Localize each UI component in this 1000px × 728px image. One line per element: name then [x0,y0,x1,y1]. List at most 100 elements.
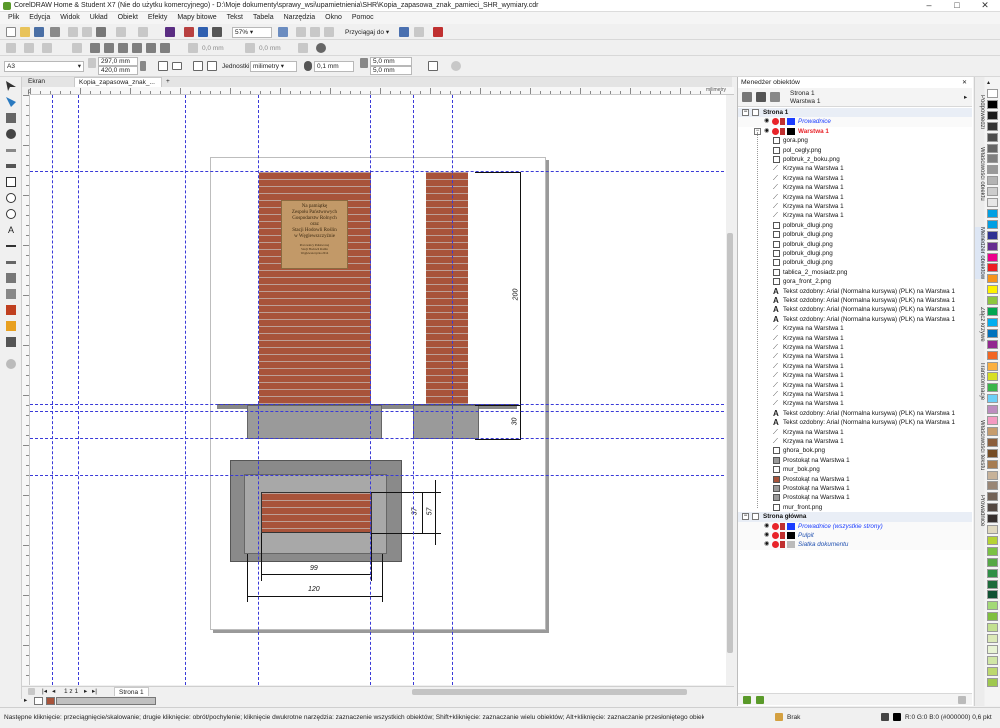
guideline-horizontal[interactable] [30,171,734,172]
color-swatch[interactable] [987,89,998,98]
menu-widok[interactable]: Widok [55,12,84,21]
units-select[interactable]: milimetry ▾ [250,61,297,72]
layer-color-swatch[interactable] [787,127,795,135]
duplicate-y-input[interactable]: 5,0 mm [370,66,412,75]
pick-tool-icon[interactable] [6,81,16,91]
color-swatch[interactable] [987,110,998,120]
drop-shadow-icon[interactable] [6,273,16,283]
tree-object-item[interactable]: gora.png [738,136,972,145]
print-toggle-icon[interactable] [772,127,779,135]
tree-object-item[interactable]: polbruk_dlugi.png [738,249,972,258]
print-toggle-icon[interactable] [772,541,779,549]
edit-across-layers-icon[interactable] [756,92,766,102]
color-swatch[interactable] [987,317,998,327]
color-swatch[interactable] [987,557,998,567]
minimize-button[interactable]: – [915,0,943,11]
zoom-level-select[interactable]: 57% ▾ [232,27,272,38]
layer-color-swatch[interactable] [787,522,795,530]
tree-object-item[interactable]: ⟋ Krzywa na Warstwa 1 [738,174,972,183]
ungroup-icon[interactable] [90,43,100,53]
guideline-horizontal[interactable] [30,411,734,412]
palette-scroll-up-icon[interactable]: ▴ [987,79,990,86]
tree-object-item[interactable]: ⟋ Krzywa na Warstwa 1 [738,381,972,390]
weld-icon[interactable] [132,43,142,53]
brick-color-swatch[interactable] [46,697,55,705]
paste-icon[interactable] [96,27,106,37]
tree-object-item[interactable]: A Tekst ozdobny: Arial (Normalna kursywa)… [738,305,972,314]
publish-pdf-icon[interactable] [212,27,222,37]
menu-plik[interactable]: Plik [0,12,24,21]
eye-icon[interactable]: ◉ [764,532,771,539]
guideline-horizontal[interactable] [30,475,734,476]
color-swatch[interactable] [987,198,998,207]
eye-icon[interactable]: ◉ [764,118,771,125]
group-icon[interactable] [72,43,82,53]
tree-master-item[interactable]: ◉ Prowadnice (wszystkie strony) [738,521,972,531]
color-swatch[interactable] [987,459,998,469]
print-toggle-icon[interactable] [772,118,779,126]
menu-okno[interactable]: Okno [320,12,347,21]
treat-as-filled-icon[interactable] [428,61,438,71]
tree-object-item[interactable]: A Tekst ozdobny: Arial (Normalna kursywa)… [738,409,972,418]
redo-icon[interactable] [138,27,148,37]
tab-text-properties[interactable]: Właściwości tekstu [975,420,985,470]
smart-fill-icon[interactable] [6,337,16,347]
color-swatch[interactable] [987,383,998,393]
color-swatch[interactable] [987,514,998,524]
color-swatch[interactable] [987,274,998,284]
disabled-x-field[interactable]: 0,0 mm [202,44,224,53]
tab-hints[interactable]: Podpowiedzi [975,95,985,129]
tree-page-1[interactable]: − Strona 1 [738,108,972,118]
color-swatch[interactable] [987,655,998,665]
new-document-icon[interactable] [6,27,16,37]
close-button[interactable]: ✕ [971,0,999,11]
export-icon[interactable] [198,27,208,37]
parallel-dimension-icon[interactable] [6,245,16,247]
lock-icon[interactable] [780,127,785,135]
lock-icon[interactable] [780,522,785,530]
rulers-icon[interactable] [296,27,306,37]
nudge-distance-input[interactable]: 0,1 mm [314,61,354,72]
menu-pomoc[interactable]: Pomoc [347,12,379,21]
guideline-vertical[interactable] [185,95,186,685]
color-swatch[interactable] [987,339,998,349]
menu-tekst[interactable]: Tekst [222,12,248,21]
tree-object-item[interactable]: tablica_2_mosiadz.png [738,268,972,277]
tree-object-item[interactable]: A Tekst ozdobny: Arial (Normalna kursywa)… [738,315,972,324]
add-icon[interactable] [451,61,461,71]
spin-arrows-icon[interactable] [140,61,146,71]
previous-page-icon[interactable]: ◂ [52,687,55,696]
paper-size-select[interactable]: A3 ▾ [4,61,84,72]
color-swatch[interactable] [987,677,998,687]
color-swatch[interactable] [987,525,998,534]
color-swatch[interactable] [987,350,998,360]
vertical-scroll-thumb[interactable] [727,233,733,653]
color-swatch[interactable] [987,492,998,502]
color-swatch[interactable] [987,437,998,447]
eye-icon[interactable]: ◉ [764,128,771,135]
tree-object-item[interactable]: polbruk_dlugi.png [738,240,972,249]
horizontal-scroll-thumb[interactable] [412,689,687,695]
transparency-icon[interactable] [6,289,16,299]
guidelines-icon[interactable] [324,27,334,37]
all-pages-icon[interactable] [193,61,203,71]
tree-object-item[interactable]: polbruk_z_boku.png [738,155,972,164]
color-swatch[interactable] [987,448,998,458]
color-swatch[interactable] [987,481,998,491]
disabled-y-field[interactable]: 0,0 mm [259,44,281,53]
break-apart-icon[interactable] [118,43,128,53]
tree-object-item[interactable]: ⟋ Krzywa na Warstwa 1 [738,390,972,399]
tree-object-item[interactable]: ⟋ Krzywa na Warstwa 1 [738,428,972,437]
layer-color-swatch[interactable] [787,532,795,539]
tree-object-item[interactable]: ⟋ Krzywa na Warstwa 1 [738,324,972,333]
import-icon[interactable] [184,27,194,37]
guideline-vertical[interactable] [258,95,259,685]
page-width-input[interactable]: 297,0 mm [98,57,138,66]
lock-icon[interactable] [780,541,785,549]
color-swatch[interactable] [987,187,998,197]
guideline-vertical[interactable] [78,95,79,685]
eye-icon[interactable]: ◉ [764,541,771,548]
tree-object-item[interactable]: ⟋ Krzywa na Warstwa 1 [738,202,972,211]
tree-object-item[interactable]: ⟋ Krzywa na Warstwa 1 [738,352,972,361]
combine-icon[interactable] [104,43,114,53]
